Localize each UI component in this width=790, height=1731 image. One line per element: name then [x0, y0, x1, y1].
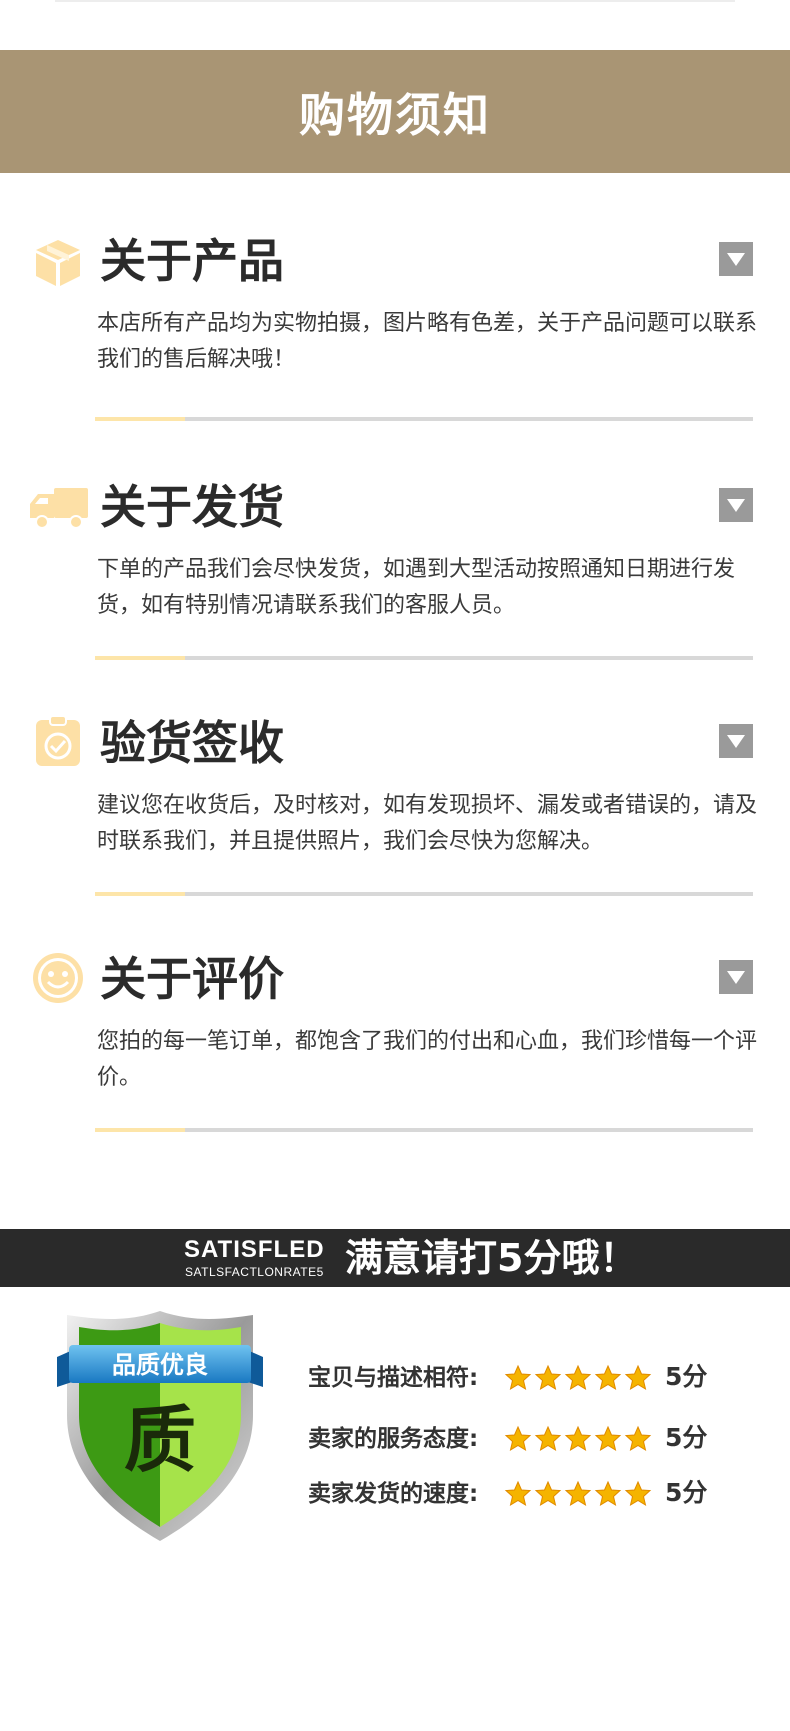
section-text: 下单的产品我们会尽快发货，如遇到大型活动按照通知日期进行发货，如有特别情况请联系… [97, 557, 736, 618]
truck-icon [30, 488, 88, 529]
satisfied-en-text: SATISFLED [184, 1236, 325, 1263]
section-title: 关于发货 [100, 480, 284, 534]
section-divider [95, 656, 753, 660]
chevron-down-icon [727, 253, 745, 266]
star-icon [624, 1364, 652, 1391]
star-icon [624, 1425, 652, 1452]
shopping-notice-banner: 购物须知 [0, 50, 790, 173]
rating-label: 卖家的服务态度: [308, 1426, 479, 1452]
section-text: 您拍的每一笔订单，都饱含了我们的付出和心血，我们珍惜每一个评价。 [97, 1029, 758, 1090]
section-divider [95, 892, 753, 896]
rating-row-shipping-speed: 卖家发货的速度: 5分 [308, 1474, 728, 1514]
star-rating [504, 1364, 652, 1392]
section-divider [95, 417, 753, 421]
banner-title: 购物须知 [299, 87, 491, 142]
star-icon [534, 1425, 562, 1452]
star-icon [594, 1364, 622, 1391]
badge-char: 质 [124, 1398, 196, 1482]
section-inspection: 验货签收 建议您在收货后，及时核对，如有发现损坏、漏发或者错误的，请及时联系我们… [0, 712, 790, 912]
expand-toggle-button[interactable] [719, 488, 753, 522]
chevron-down-icon [727, 735, 745, 748]
star-rating [504, 1480, 652, 1508]
star-icon [594, 1425, 622, 1452]
star-icon [534, 1364, 562, 1391]
star-icon [504, 1480, 532, 1507]
star-icon [504, 1364, 532, 1391]
rating-score: 5分 [665, 1478, 708, 1507]
top-divider [55, 0, 735, 2]
section-shipping: 关于发货 下单的产品我们会尽快发货，如遇到大型活动按照通知日期进行发货，如有特别… [0, 476, 790, 676]
chevron-down-icon [727, 971, 745, 984]
expand-toggle-button[interactable] [719, 960, 753, 994]
smiley-icon [33, 953, 83, 1003]
section-product: 关于产品 本店所有产品均为实物拍摄，图片略有色差，关于产品问题可以联系我们的售后… [0, 230, 790, 430]
rate-five-text: 满意请打5分哦！ [345, 1236, 638, 1280]
star-icon [624, 1480, 652, 1507]
section-text: 本店所有产品均为实物拍摄，图片略有色差，关于产品问题可以联系我们的售后解决哦！ [97, 311, 758, 372]
star-icon [504, 1425, 532, 1452]
section-title: 关于产品 [100, 234, 284, 288]
expand-toggle-button[interactable] [719, 242, 753, 276]
star-icon [564, 1364, 592, 1391]
expand-toggle-button[interactable] [719, 724, 753, 758]
badge-ribbon-text: 品质优良 [112, 1351, 208, 1379]
section-divider [95, 1128, 753, 1132]
star-icon [534, 1480, 562, 1507]
star-icon [564, 1480, 592, 1507]
rating-score: 5分 [665, 1423, 708, 1452]
section-title: 验货签收 [100, 716, 284, 770]
rating-label: 卖家发货的速度: [308, 1481, 479, 1507]
page: 购物须知 关于产品 本店所有产品均为实物拍摄，图片略有色差，关于产品问题可以联系… [0, 0, 790, 1731]
rating-row-description: 宝贝与描述相符: 5分 [308, 1358, 728, 1398]
star-icon [594, 1480, 622, 1507]
satisfied-en-subtext: SATLSFACTLONRATE5 [185, 1265, 324, 1279]
star-rating [504, 1425, 652, 1453]
rating-score: 5分 [665, 1362, 708, 1391]
section-title: 关于评价 [100, 952, 284, 1006]
section-review: 关于评价 您拍的每一笔订单，都饱含了我们的付出和心血，我们珍惜每一个评价。 [0, 948, 790, 1148]
quality-shield-badge: 品质优良 质 [57, 1311, 263, 1541]
satisfaction-bar: SATISFLED SATLSFACTLONRATE5 满意请打5分哦！ [0, 1229, 790, 1287]
rating-row-service: 卖家的服务态度: 5分 [308, 1419, 728, 1459]
clipboard-check-icon [36, 715, 80, 766]
rating-label: 宝贝与描述相符: [308, 1365, 479, 1391]
section-text: 建议您在收货后，及时核对，如有发现损坏、漏发或者错误的，请及时联系我们，并且提供… [97, 793, 758, 854]
star-icon [564, 1425, 592, 1452]
box-icon [36, 240, 80, 286]
chevron-down-icon [727, 499, 745, 512]
